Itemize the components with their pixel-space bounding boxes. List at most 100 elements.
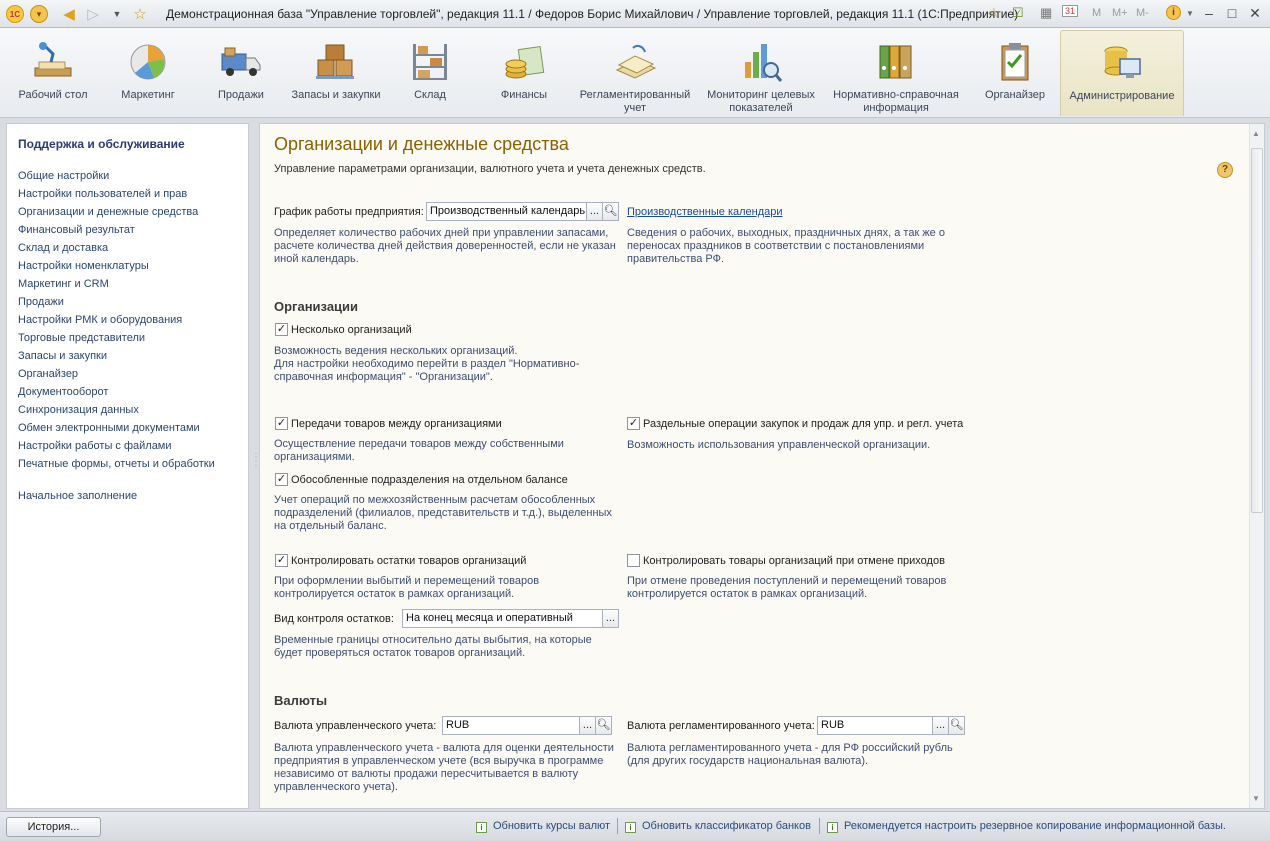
nav-item-warehouse-delivery[interactable]: Склад и доставка — [18, 242, 108, 254]
currencies-heading: Валюты — [274, 693, 328, 708]
nav-item-organizer[interactable]: Органайзер — [18, 368, 78, 380]
favorites-list-icon[interactable]: ☑ — [1012, 5, 1024, 21]
info-dropdown-icon[interactable]: ▼ — [1186, 9, 1194, 18]
main-content: Организации и денежные средства Управлен… — [259, 123, 1265, 809]
several-orgs-checkbox[interactable]: ✓ — [275, 323, 288, 336]
control-stock-checkbox[interactable]: ✓ — [275, 554, 288, 567]
nav-item-general-settings[interactable]: Общие настройки — [18, 170, 109, 182]
history-dropdown-icon[interactable]: ▼ — [108, 5, 126, 23]
section-reference[interactable]: Нормативно-справочная информация — [826, 30, 966, 116]
main-menu-icon[interactable]: ▾ — [30, 5, 48, 23]
scrollbar-thumb[interactable] — [1251, 148, 1263, 513]
nav-item-marketing-crm[interactable]: Маркетинг и CRM — [18, 278, 109, 290]
transfer-label[interactable]: Передачи товаров между организациями — [291, 418, 502, 430]
reg-currency-open-icon[interactable]: 🔍︎ — [948, 716, 965, 735]
reg-currency-field[interactable]: RUB — [817, 716, 933, 735]
nav-item-financial-result[interactable]: Финансовый результат — [18, 224, 135, 236]
section-finance[interactable]: Финансы — [480, 30, 568, 116]
papers-icon — [615, 44, 657, 79]
several-orgs-label[interactable]: Несколько организаций — [291, 324, 412, 336]
info-icon[interactable]: i — [1166, 5, 1181, 20]
nav-item-edi[interactable]: Обмен электронными документами — [18, 422, 200, 434]
nav-item-print-forms[interactable]: Печатные формы, отчеты и обработки — [18, 458, 215, 470]
info-square-icon: i — [476, 822, 487, 833]
update-banks-link[interactable]: i Обновить классификатор банков — [625, 820, 811, 833]
scroll-up-arrow-icon[interactable]: ▲ — [1252, 129, 1260, 138]
forward-arrow-icon[interactable]: ▷ — [84, 5, 102, 23]
coins-icon — [505, 46, 545, 79]
sections-panel: Рабочий стол Маркетинг Продажи Запасы и … — [0, 28, 1270, 118]
app-logo-icon[interactable]: 1C — [6, 5, 24, 23]
section-warehouse[interactable]: Склад — [386, 30, 474, 116]
mgmt-currency-open-icon[interactable]: 🔍︎ — [595, 716, 612, 735]
calendar-icon[interactable]: 31 — [1062, 5, 1079, 17]
section-sales[interactable]: Продажи — [196, 30, 286, 116]
control-stock-label[interactable]: Контролировать остатки товаров организац… — [291, 555, 526, 567]
production-calendars-link[interactable]: Производственные календари — [627, 206, 783, 218]
schedule-open-icon[interactable]: 🔍︎ — [602, 202, 619, 221]
schedule-field[interactable]: Производственный календарь — [426, 202, 587, 221]
favorite-star-icon[interactable]: ☆ — [131, 5, 149, 23]
backup-recommendation-link[interactable]: i Рекомендуется настроить резервное копир… — [827, 820, 1226, 833]
info-square-icon: i — [827, 822, 838, 833]
mgmt-currency-select-button[interactable]: ... — [579, 716, 596, 735]
nav-item-stock-purchases[interactable]: Запасы и закупки — [18, 350, 107, 362]
memory-plus-button[interactable]: M+ — [1112, 7, 1128, 19]
transfer-hint: Осуществление передачи товаров между соб… — [274, 438, 564, 463]
clipboard-icon — [1001, 43, 1029, 81]
section-label: Маркетинг — [121, 89, 175, 101]
status-bar: История... i Обновить курсы валют i Обнови… — [0, 811, 1270, 841]
organizations-heading: Организации — [274, 299, 359, 314]
schedule-select-button[interactable]: ... — [586, 202, 603, 221]
schedule-label: График работы предприятия: — [274, 206, 424, 218]
section-regulated[interactable]: Регламентированный учет — [574, 30, 696, 116]
section-desktop[interactable]: Рабочий стол — [10, 30, 96, 116]
nav-item-data-sync[interactable]: Синхронизация данных — [18, 404, 139, 416]
control-cancel-checkbox[interactable] — [627, 554, 640, 567]
divisions-checkbox[interactable]: ✓ — [275, 473, 288, 486]
help-icon[interactable]: ? — [1217, 162, 1233, 178]
transfer-checkbox[interactable]: ✓ — [275, 417, 288, 430]
back-arrow-icon[interactable]: ◀ — [60, 5, 78, 23]
minimize-button[interactable]: – — [1198, 3, 1220, 23]
nav-item-document-flow[interactable]: Документооборот — [18, 386, 108, 398]
control-type-field[interactable]: На конец месяца и оперативный — [402, 609, 604, 628]
close-button[interactable]: ✕ — [1244, 3, 1266, 23]
nav-item-organizations-money[interactable]: Организации и денежные средства — [18, 206, 198, 218]
add-favorite-icon[interactable]: ☆ — [988, 5, 1000, 21]
nav-item-sales-reps[interactable]: Торговые представители — [18, 332, 145, 344]
separate-ops-checkbox[interactable]: ✓ — [627, 417, 640, 430]
calculator-icon[interactable]: ▦ — [1040, 5, 1052, 21]
control-type-select-button[interactable]: ... — [602, 609, 619, 628]
nav-item-initial-fill[interactable]: Начальное заполнение — [18, 490, 137, 502]
nav-item-file-settings[interactable]: Настройки работы с файлами — [18, 440, 172, 452]
left-navigation: Поддержка и обслуживание Общие настройки… — [6, 123, 249, 809]
nav-item-pos-equipment[interactable]: Настройки РМК и оборудования — [18, 314, 182, 326]
divisions-label[interactable]: Обособленные подразделения на отдельном … — [291, 474, 568, 486]
reg-currency-select-button[interactable]: ... — [932, 716, 949, 735]
nav-item-users-rights[interactable]: Настройки пользователей и прав — [18, 188, 187, 200]
history-button[interactable]: История... — [6, 817, 101, 837]
desk-icon — [34, 42, 72, 77]
section-marketing[interactable]: Маркетинг — [104, 30, 192, 116]
section-stock-purchases[interactable]: Запасы и закупки — [290, 30, 382, 116]
control-cancel-label[interactable]: Контролировать товары организаций при от… — [643, 555, 945, 567]
memory-button[interactable]: M — [1092, 7, 1101, 19]
several-orgs-hint: Возможность ведения нескольких организац… — [274, 345, 580, 383]
scroll-down-arrow-icon[interactable]: ▼ — [1252, 794, 1260, 803]
mgmt-currency-field[interactable]: RUB — [442, 716, 580, 735]
nav-heading[interactable]: Поддержка и обслуживание — [18, 137, 185, 151]
separate-ops-label[interactable]: Раздельные операции закупок и продаж для… — [643, 418, 963, 430]
reg-currency-label: Валюта регламентированного учета: — [627, 720, 815, 732]
mgmt-currency-label: Валюта управленческого учета: — [274, 720, 437, 732]
nav-item-nomenclature[interactable]: Настройки номенклатуры — [18, 260, 149, 272]
maximize-button[interactable]: □ — [1221, 3, 1243, 23]
vertical-scrollbar[interactable]: ▲ ▼ — [1249, 124, 1264, 808]
section-organizer[interactable]: Органайзер — [970, 30, 1060, 116]
section-administration[interactable]: Администрирование — [1060, 30, 1184, 116]
update-rates-link[interactable]: i Обновить курсы валют — [476, 820, 610, 833]
nav-item-sales[interactable]: Продажи — [18, 296, 64, 308]
section-monitoring[interactable]: Мониторинг целевых показателей — [702, 30, 820, 116]
panel-splitter[interactable]: ⋮ ⋮ — [250, 123, 260, 809]
memory-minus-button[interactable]: M- — [1136, 7, 1149, 19]
